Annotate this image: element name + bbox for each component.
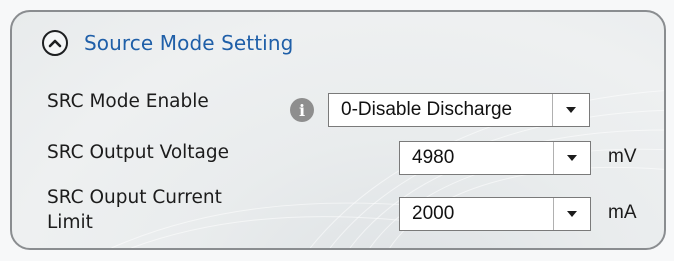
chevron-up-icon [48, 39, 62, 48]
src-output-voltage-value: 4980 [412, 147, 455, 168]
caret-down-icon [566, 107, 576, 113]
src-mode-enable-value: 0-Disable Discharge [341, 99, 513, 120]
current-unit: mA [608, 202, 637, 223]
src-mode-enable-dropdown-button[interactable] [552, 94, 589, 126]
src-mode-enable-label: SRC Mode Enable [47, 91, 209, 112]
source-mode-panel: Source Mode Setting SRC Mode Enable i 0-… [10, 10, 666, 250]
src-output-current-dropdown-button[interactable] [553, 198, 590, 230]
app-canvas: Source Mode Setting SRC Mode Enable i 0-… [0, 0, 674, 261]
section-header[interactable]: Source Mode Setting [42, 30, 293, 56]
src-output-voltage-label: SRC Output Voltage [47, 142, 230, 163]
src-output-current-select[interactable]: 2000 [399, 197, 591, 231]
section-title: Source Mode Setting [84, 31, 294, 55]
voltage-unit: mV [608, 146, 637, 167]
src-output-voltage-dropdown-button[interactable] [553, 142, 590, 174]
src-output-current-value: 2000 [412, 203, 455, 224]
caret-down-icon [567, 211, 577, 217]
collapse-button[interactable] [42, 30, 68, 56]
src-output-current-label-line1: SRC Ouput Current [47, 187, 222, 208]
src-mode-enable-select[interactable]: 0-Disable Discharge [328, 93, 590, 127]
src-output-current-label-line2: Limit [47, 212, 93, 233]
src-output-voltage-select[interactable]: 4980 [399, 141, 591, 175]
info-icon[interactable]: i [290, 98, 314, 122]
caret-down-icon [567, 155, 577, 161]
